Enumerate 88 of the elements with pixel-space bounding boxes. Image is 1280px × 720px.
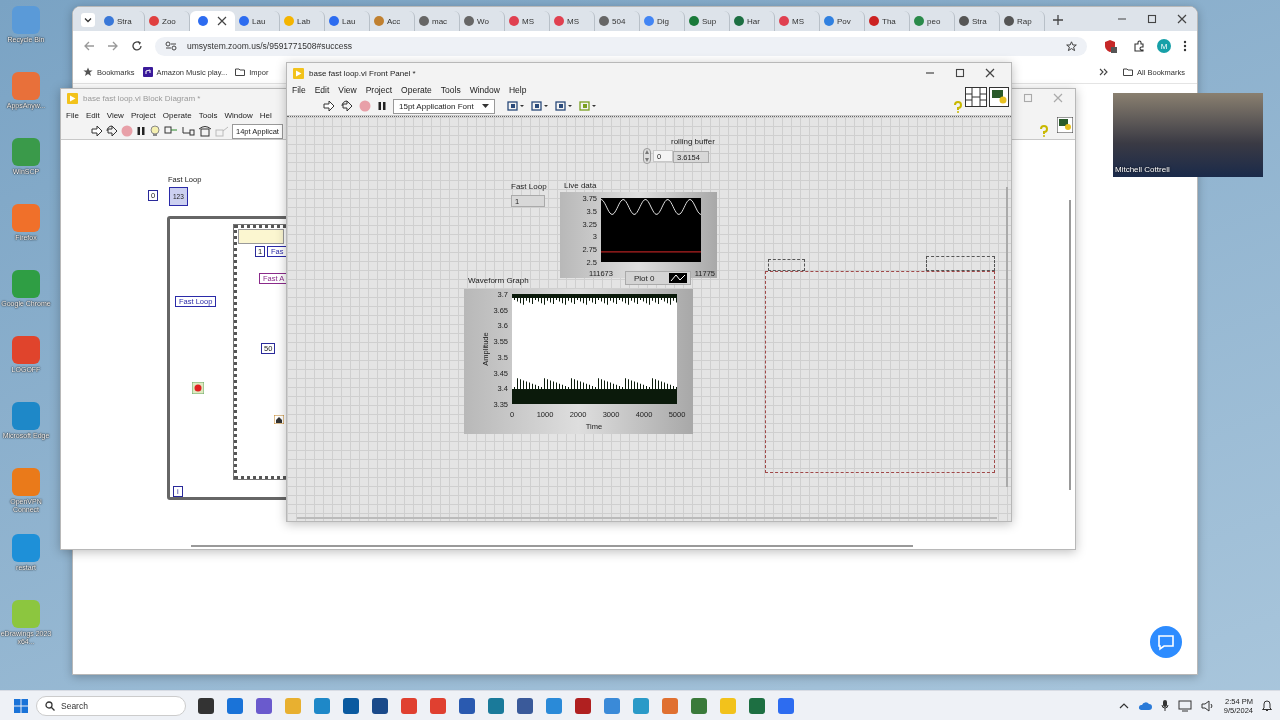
reload-icon[interactable] <box>131 40 143 52</box>
chat-button[interactable] <box>1150 626 1182 658</box>
menu-item[interactable]: View <box>338 85 357 95</box>
scrollbar[interactable] <box>1069 200 1071 490</box>
menu-item[interactable]: Edit <box>85 110 100 120</box>
folder-icon <box>235 67 246 77</box>
close-icon[interactable] <box>985 68 995 78</box>
menu-icon[interactable] <box>1183 40 1187 52</box>
app-icon[interactable] <box>198 697 214 714</box>
resize-icon[interactable] <box>554 100 573 112</box>
forward-arrow-icon[interactable] <box>107 40 119 52</box>
indicator-label: Fast Loop <box>511 182 547 191</box>
vi-icon[interactable] <box>989 87 1009 107</box>
maximize-icon[interactable] <box>955 68 965 78</box>
pause-icon[interactable] <box>377 101 387 111</box>
menu-item[interactable]: Tools <box>440 85 461 95</box>
house-local-icon <box>274 415 284 424</box>
run-arrow-icon[interactable] <box>323 100 335 112</box>
menu-item[interactable]: View <box>106 110 124 120</box>
plus-icon[interactable] <box>1053 15 1063 25</box>
menu-item[interactable]: Window <box>469 85 500 95</box>
menu-item[interactable]: Hel <box>259 110 272 120</box>
plot-swatch-icon <box>669 273 687 283</box>
music-app-icon <box>142 67 153 77</box>
close-icon[interactable] <box>217 16 227 26</box>
app-icon[interactable] <box>749 697 765 714</box>
stop-button-icon <box>192 382 204 394</box>
scrollbar[interactable] <box>1006 187 1008 487</box>
menu-item[interactable]: Operate <box>162 110 192 120</box>
spinner-icon[interactable] <box>643 148 651 164</box>
double-chevron-icon[interactable] <box>1099 67 1110 77</box>
star-icon <box>83 67 93 77</box>
browser-tab[interactable] <box>190 11 235 31</box>
address-field[interactable]: umsystem.zoom.us/s/9591771508#success <box>155 36 1087 56</box>
connector-pane-icon[interactable] <box>965 87 987 107</box>
plot-legend[interactable]: Plot 0 <box>625 271 691 285</box>
app-icon[interactable] <box>575 697 591 714</box>
search-icon <box>45 700 55 711</box>
back-arrow-icon[interactable] <box>83 40 95 52</box>
app-icon[interactable] <box>459 697 475 714</box>
font-dropdown[interactable]: 15pt Application Font <box>393 98 495 114</box>
app-icon[interactable] <box>372 697 388 714</box>
folder-icon <box>1123 67 1134 77</box>
menu-item[interactable]: File <box>66 110 79 120</box>
star-icon[interactable] <box>1066 40 1077 52</box>
participant-name: Mitchell Cottrell <box>1115 165 1170 174</box>
puzzle-icon[interactable] <box>1133 40 1145 52</box>
bell-icon[interactable] <box>1262 699 1272 712</box>
menu-item[interactable]: File <box>292 85 306 95</box>
menu-item[interactable]: Operate <box>401 85 432 95</box>
caret-icon <box>481 103 489 109</box>
distribute-icon[interactable] <box>530 100 549 112</box>
run-continuously-icon[interactable] <box>341 100 353 112</box>
app-icon[interactable] <box>343 697 359 714</box>
control-label: rolling buffer <box>671 137 715 146</box>
menu-item[interactable]: Project <box>130 110 156 120</box>
menu-item[interactable]: Window <box>224 110 253 120</box>
labview-icon <box>67 92 78 104</box>
maximize-icon[interactable] <box>1147 14 1157 24</box>
align-icon[interactable] <box>506 100 525 112</box>
window-title: base fast loop.vi Front Panel * <box>309 68 416 78</box>
url-text: umsystem.zoom.us/s/9591771508#success <box>187 41 352 51</box>
case-selector[interactable] <box>238 229 284 244</box>
chevron-down-icon[interactable] <box>81 13 95 27</box>
window-title: base fast loop.vi Block Diagram * <box>83 93 201 103</box>
graph-label: Waveform Graph <box>468 276 529 285</box>
menu-item[interactable]: Tools <box>198 110 218 120</box>
scrollbar[interactable] <box>191 545 913 547</box>
run-arrow-icon[interactable] <box>91 125 103 137</box>
app-icon[interactable] <box>517 697 533 714</box>
menu-item[interactable]: Project <box>365 85 393 95</box>
shield-icon[interactable] <box>1103 39 1117 53</box>
menu-item[interactable]: Help <box>508 85 527 95</box>
speaker-icon[interactable] <box>1200 699 1215 712</box>
reorder-icon[interactable] <box>578 100 597 112</box>
chart-label: Live data <box>564 181 597 190</box>
microphone-icon[interactable] <box>1160 699 1169 712</box>
cloud-icon[interactable] <box>1137 700 1152 711</box>
windows-start-icon[interactable] <box>14 698 28 713</box>
scrollbar[interactable] <box>297 517 997 519</box>
search-field[interactable]: Search <box>36 695 186 716</box>
labview-icon <box>293 67 304 79</box>
run-continuously-icon[interactable] <box>106 125 118 137</box>
site-settings-icon[interactable] <box>165 41 177 51</box>
close-icon[interactable] <box>1177 14 1187 24</box>
vi-icon[interactable] <box>1057 117 1073 133</box>
menu-item[interactable]: Edit <box>314 85 330 95</box>
pause-icon[interactable] <box>136 126 146 136</box>
